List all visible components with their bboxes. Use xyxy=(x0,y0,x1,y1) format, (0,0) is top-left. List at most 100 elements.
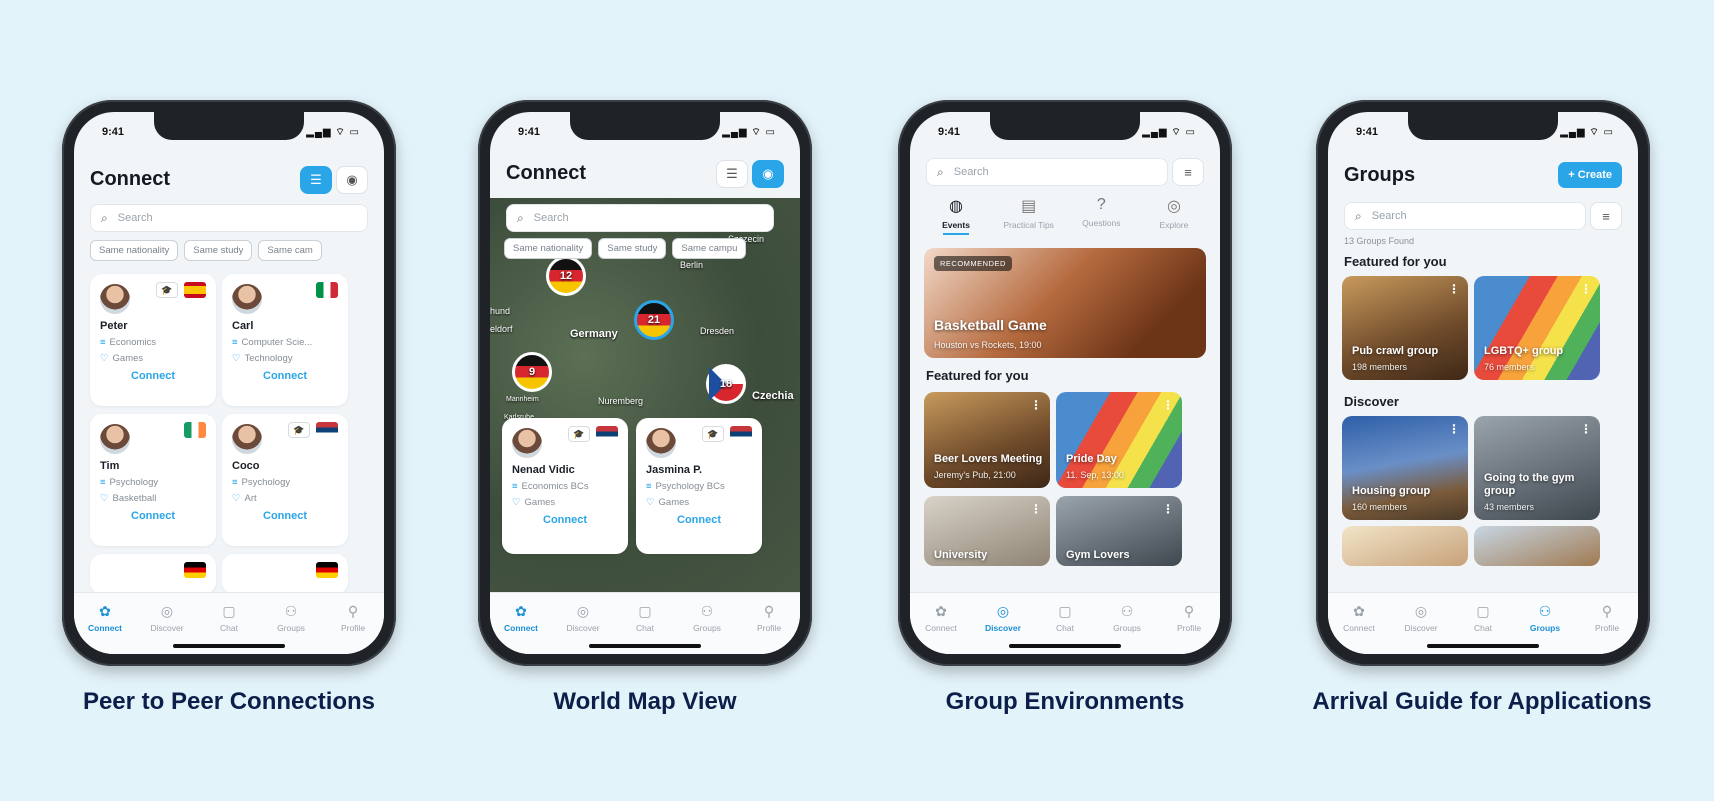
map-cluster-marker[interactable]: 9 xyxy=(512,352,552,392)
chip-same-campus[interactable]: Same campu xyxy=(672,238,747,259)
tab-events[interactable]: ◍ Events xyxy=(926,196,986,235)
profile-card[interactable]: 🎓 Coco ≡ Psychology ♡ Art Connect xyxy=(222,414,348,546)
filter-button[interactable]: ≡ xyxy=(1590,202,1622,230)
map-view-button[interactable]: ◉ xyxy=(752,160,784,188)
event-card[interactable]: ⋮ University xyxy=(924,496,1050,566)
profile-card-partial[interactable] xyxy=(90,554,216,594)
tab-connect[interactable]: ✿ Connect xyxy=(916,603,966,654)
filter-button[interactable]: ≡ xyxy=(1172,158,1204,186)
list-view-button[interactable]: ☰ xyxy=(300,166,332,194)
list-view-button[interactable]: ☰ xyxy=(716,160,748,188)
profile-card[interactable]: Carl ≡ Computer Scie... ♡ Technology Conne… xyxy=(222,274,348,406)
connect-icon: ✿ xyxy=(515,603,527,619)
tab-profile[interactable]: ⚲ Profile xyxy=(328,603,378,654)
tab-profile[interactable]: ⚲ Profile xyxy=(1582,603,1632,654)
more-options-icon[interactable]: ⋮ xyxy=(1448,282,1460,296)
profile-card[interactable]: Tim ≡ Psychology ♡ Basketball Connect xyxy=(90,414,216,546)
group-card[interactable]: ⋮ Housing group 160 members xyxy=(1342,416,1468,520)
chip-same-nationality[interactable]: Same nationality xyxy=(90,240,179,261)
search-input[interactable]: ⌕ Search xyxy=(926,158,1168,186)
group-card-partial[interactable] xyxy=(1474,526,1600,566)
avatar xyxy=(100,284,130,314)
tab-profile[interactable]: ⚲ Profile xyxy=(1164,603,1214,654)
italy-flag-icon xyxy=(316,282,338,298)
chip-same-campus[interactable]: Same cam xyxy=(258,240,322,261)
search-icon: ⌕ xyxy=(1355,208,1362,223)
tab-connect[interactable]: ✿ Connect xyxy=(1334,603,1384,654)
tab-questions[interactable]: ? Questions xyxy=(1071,196,1131,235)
map-view-button[interactable]: ◉ xyxy=(336,166,368,194)
event-card[interactable]: ⋮ Beer Lovers Meeting Jeremy's Pub, 21:0… xyxy=(924,392,1050,488)
card-interest: Games xyxy=(524,497,556,508)
study-icon: ≡ xyxy=(100,337,106,348)
event-hero-card[interactable]: RECOMMENDED Basketball Game Houston vs R… xyxy=(924,248,1206,358)
phone-screen: 9:41 ▂▄▆ ⌔ ▭ Groups + Create ⌕ Search ≡ … xyxy=(1328,112,1638,654)
map-cluster-marker[interactable]: 18 xyxy=(706,364,746,404)
chip-same-study[interactable]: Same study xyxy=(184,240,253,261)
connect-button[interactable]: Connect xyxy=(100,370,206,382)
event-card[interactable]: ⋮ Gym Lovers xyxy=(1056,496,1182,566)
profile-card[interactable]: 🎓 Jasmina P. ≡ Psychology BCs ♡ Games Conn… xyxy=(636,418,762,554)
connect-button[interactable]: Connect xyxy=(512,514,618,526)
search-input[interactable]: ⌕ Search xyxy=(90,204,368,232)
card-study: Psychology xyxy=(241,477,291,488)
signal-wifi-battery-icon: ▂▄▆ ⌔ ▭ xyxy=(1142,127,1196,138)
create-group-button[interactable]: + Create xyxy=(1558,162,1622,188)
tab-explore[interactable]: ◎ Explore xyxy=(1144,196,1204,235)
chip-same-study[interactable]: Same study xyxy=(598,238,667,259)
tab-connect[interactable]: ✿ Connect xyxy=(80,603,130,654)
connect-button[interactable]: Connect xyxy=(100,510,206,522)
connect-button[interactable]: Connect xyxy=(646,514,752,526)
search-placeholder: Search xyxy=(953,166,989,178)
compass-icon: ◎ xyxy=(996,603,1010,619)
search-input[interactable]: ⌕ Search xyxy=(506,204,774,232)
more-options-icon[interactable]: ⋮ xyxy=(1030,502,1042,516)
tab-label: Groups xyxy=(1529,623,1561,633)
tab-profile[interactable]: ⚲ Profile xyxy=(744,603,794,654)
tab-practical-tips[interactable]: ▤ Practical Tips xyxy=(999,196,1059,235)
tab-connect[interactable]: ✿ Connect xyxy=(496,603,546,654)
chip-same-nationality[interactable]: Same nationality xyxy=(504,238,593,259)
more-options-icon[interactable]: ⋮ xyxy=(1162,398,1174,412)
more-options-icon[interactable]: ⋮ xyxy=(1162,502,1174,516)
connect-button[interactable]: Connect xyxy=(232,510,338,522)
map-label: Czechia xyxy=(752,390,794,402)
home-indicator xyxy=(173,644,285,648)
group-card-partial[interactable] xyxy=(1342,526,1468,566)
more-options-icon[interactable]: ⋮ xyxy=(1580,422,1592,436)
status-bar: 9:41 ▂▄▆ ⌔ ▭ xyxy=(938,126,1196,139)
profile-card[interactable]: 🎓 Peter ≡ Economics ♡ Games Connect xyxy=(90,274,216,406)
profile-card[interactable]: 🎓 Nenad Vidic ≡ Economics BCs ♡ Games Conn… xyxy=(502,418,628,554)
heart-icon: ♡ xyxy=(512,497,521,508)
group-card[interactable]: ⋮ Pub crawl group 198 members xyxy=(1342,276,1468,380)
event-subtitle: 11. Sep, 13:00 xyxy=(1066,470,1124,480)
map-cluster-marker[interactable]: 21 xyxy=(634,300,674,340)
status-time: 9:41 xyxy=(938,126,961,138)
profile-card-partial[interactable] xyxy=(222,554,348,594)
filter-icon: ≡ xyxy=(1602,208,1610,224)
connect-button[interactable]: Connect xyxy=(232,370,338,382)
card-study: Computer Scie... xyxy=(241,337,313,348)
search-input[interactable]: ⌕ Search xyxy=(1344,202,1586,230)
tab-label: Connect xyxy=(925,623,957,633)
event-subtitle: Houston vs Rockets, 19:00 xyxy=(934,340,1042,350)
ireland-flag-icon xyxy=(184,422,206,438)
search-placeholder: Search xyxy=(117,212,153,224)
compass-icon: ◎ xyxy=(1166,198,1181,215)
more-options-icon[interactable]: ⋮ xyxy=(1580,282,1592,296)
more-options-icon[interactable]: ⋮ xyxy=(1030,398,1042,412)
phone-group-environments: 9:41 ▂▄▆ ⌔ ▭ ⌕ Search ≡ ◍ Events ▤ Practic… xyxy=(898,100,1232,666)
cluster-count: 21 xyxy=(647,314,661,326)
category-tabs: ◍ Events ▤ Practical Tips ? Questions ◎ Expl… xyxy=(926,196,1204,235)
map-cluster-marker[interactable]: 12 xyxy=(546,256,586,296)
profile-icon: ⚲ xyxy=(1183,603,1195,619)
event-card[interactable]: ⋮ Pride Day 11. Sep, 13:00 xyxy=(1056,392,1182,488)
group-card[interactable]: ⋮ Going to the gym group 43 members xyxy=(1474,416,1600,520)
group-card[interactable]: ⋮ LGBTQ+ group 76 members xyxy=(1474,276,1600,380)
search-icon: ⌕ xyxy=(101,210,108,225)
segment-label: Events xyxy=(942,220,970,230)
card-name: Peter xyxy=(100,320,128,332)
tab-label: Discover xyxy=(566,623,600,633)
serbia-flag-icon xyxy=(596,426,618,442)
more-options-icon[interactable]: ⋮ xyxy=(1448,422,1460,436)
